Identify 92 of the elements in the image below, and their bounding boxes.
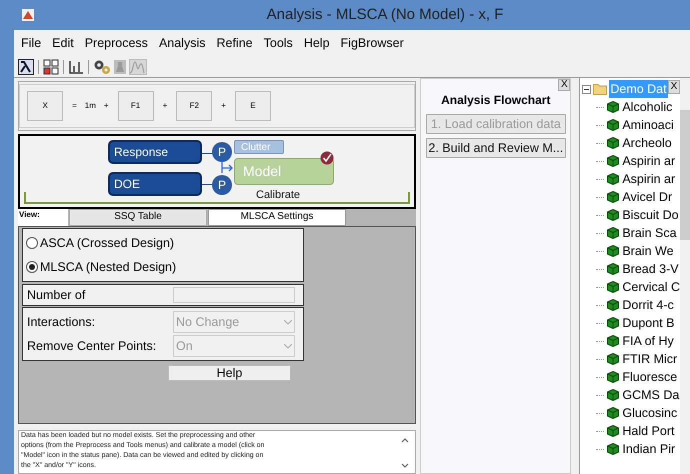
tree-item[interactable]: FIA of Hy (622, 332, 674, 350)
app-icon (22, 9, 34, 21)
cube-icon (607, 443, 620, 455)
cube-icon (607, 173, 620, 185)
menu-item[interactable]: Refine (211, 34, 258, 53)
tree-item[interactable]: Hald Port (622, 422, 674, 440)
flowchart-step-button[interactable]: 2. Build and Review M... (426, 138, 566, 158)
menu-item[interactable]: Edit (47, 34, 79, 53)
lambda-icon[interactable] (18, 59, 34, 75)
cube-icon (607, 155, 620, 167)
cube-icon (607, 371, 620, 383)
bar-plot-icon[interactable] (68, 59, 84, 75)
folder-icon (593, 83, 608, 95)
tree-item[interactable]: Archeolo (622, 134, 672, 152)
factor-button[interactable]: F2 (176, 91, 212, 121)
interactions-label: Interactions: (27, 314, 96, 331)
view-tab[interactable]: SSQ Table (69, 209, 207, 226)
chevron-down-icon (284, 344, 292, 348)
cube-icon (607, 407, 620, 419)
flowchart-title: Analysis Flowchart (441, 92, 550, 109)
menu-item[interactable]: Tools (258, 34, 298, 53)
tree-item[interactable]: Brain We (622, 242, 674, 260)
menu-item[interactable]: File (16, 34, 46, 53)
menu-item[interactable]: Analysis (154, 34, 210, 53)
tree-item[interactable]: Bread 3-V (622, 260, 679, 278)
cube-icon (607, 317, 620, 329)
factor-button[interactable]: F1 (118, 91, 154, 121)
close-button[interactable]: X (558, 79, 570, 91)
tree-item[interactable]: FTIR Micr (622, 350, 678, 368)
factor-button[interactable]: E (234, 91, 271, 121)
chevron-down-icon (284, 320, 292, 324)
tree-item[interactable]: Avicel Dr (622, 188, 672, 206)
checkbox-grid-icon[interactable] (43, 59, 59, 75)
preprocessing-button[interactable]: P (212, 175, 232, 195)
cube-icon (607, 209, 620, 221)
equation-symbol: = (71, 100, 78, 112)
cube-icon (607, 191, 620, 203)
tree-item[interactable]: Aspirin ar (622, 152, 676, 170)
menu-item[interactable]: Preprocess (80, 34, 153, 53)
factor-button[interactable]: X (27, 91, 64, 121)
doe-button[interactable]: DOE (108, 172, 202, 196)
menu-item[interactable]: FigBrowser (336, 34, 409, 53)
calibrate-label: Calibrate (256, 188, 300, 203)
view-tab[interactable]: MLSCA Settings (208, 209, 346, 226)
cube-icon (607, 227, 620, 239)
view-label: View: (18, 209, 68, 226)
response-button[interactable]: Response (108, 140, 202, 164)
scroll-arrows-icon[interactable] (401, 437, 410, 469)
window-title: Analysis - MLSCA (No Model) - x, F (266, 4, 504, 25)
tree-item[interactable]: Biscuit Do (622, 206, 679, 224)
cube-icon (607, 263, 620, 275)
cube-icon (607, 389, 620, 401)
radio-label: ASCA (Crossed Design) (40, 234, 174, 252)
equation-symbol: + (162, 100, 168, 112)
close-button[interactable]: X (668, 80, 680, 94)
menu-item[interactable]: Help (298, 34, 335, 53)
help-button[interactable]: Help (168, 365, 291, 381)
cube-icon (607, 335, 620, 347)
tree-item[interactable]: Fluoresce (622, 368, 678, 386)
equation-symbol: + (220, 100, 227, 112)
tree-item[interactable]: Alcoholic (622, 98, 672, 116)
preprocessing-button[interactable]: P (212, 142, 232, 162)
cube-icon (607, 137, 620, 149)
tree-item[interactable]: Indian Pir (622, 440, 676, 458)
arrow-icon (220, 161, 234, 175)
spectrum-icon (129, 59, 147, 75)
tree-item[interactable]: Aspirin ar (622, 170, 676, 188)
tree-item[interactable]: Cervical C (622, 278, 680, 296)
gears-icon[interactable] (93, 59, 111, 75)
radio-label: MLSCA (Nested Design) (40, 258, 176, 276)
cube-icon (607, 299, 620, 311)
cube-icon (607, 101, 620, 113)
check-badge-icon (320, 151, 334, 165)
equation-symbol: + (102, 100, 110, 112)
radio-button[interactable] (26, 237, 38, 249)
tree-item[interactable]: Dorrit 4-c (622, 296, 674, 314)
cube-icon (607, 425, 620, 437)
cube-icon (607, 353, 620, 365)
cube-icon (607, 281, 620, 293)
tree-item[interactable]: Dupont B (622, 314, 674, 332)
tree-item[interactable]: GCMS Da (622, 386, 680, 404)
tree-item[interactable]: Glucosinc (622, 404, 678, 422)
cube-icon (607, 119, 620, 131)
equation-symbol: 1m (84, 100, 97, 112)
tree-item[interactable]: Aminoaci (622, 116, 674, 134)
remove-center-points-label: Remove Center Points: (27, 338, 158, 355)
collapse-toggle[interactable] (582, 84, 592, 94)
tree-item[interactable]: Brain Sca (622, 224, 677, 242)
flask-icon (113, 59, 127, 75)
cube-icon (607, 245, 620, 257)
number-of-label: Number of (27, 286, 86, 304)
radio-button[interactable] (26, 261, 38, 273)
